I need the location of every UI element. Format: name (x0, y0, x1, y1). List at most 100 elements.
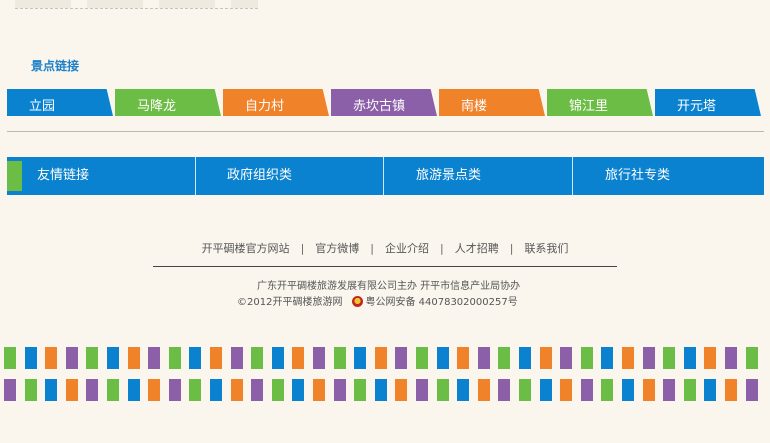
stripe-block (683, 379, 696, 401)
stripe-block (683, 347, 696, 369)
stripe-block (354, 379, 367, 401)
stripe-block (313, 379, 325, 401)
stripe-block (745, 379, 758, 401)
decorative-stripes-top (0, 347, 770, 369)
scenic-tab-zilicun[interactable]: 自力村 (223, 89, 329, 116)
stripe-block (477, 379, 490, 401)
stripe-block (601, 379, 614, 401)
footer-link-weibo[interactable]: 官方微博 (315, 242, 359, 255)
scenic-tab-nanlou[interactable]: 南楼 (439, 89, 545, 116)
stripe-block (601, 347, 614, 369)
stripe-block (436, 379, 449, 401)
scenic-tab-label: 开元塔 (677, 99, 717, 114)
stripe-block (725, 379, 737, 401)
footer-divider (153, 266, 617, 267)
stripe-block (45, 347, 58, 369)
stripe-block (127, 379, 140, 401)
stripe-block (395, 379, 408, 401)
stripe-block (580, 379, 593, 401)
stripe-block (539, 379, 552, 401)
scenic-tab-jinjiangli[interactable]: 锦江里 (547, 89, 653, 116)
stripe-block (457, 347, 470, 369)
stripe-block (4, 379, 16, 401)
stripe-block (148, 379, 161, 401)
stripe-block (292, 379, 305, 401)
scenic-tab-kaiyuanta[interactable]: 开元塔 (655, 89, 761, 116)
stripe-block (519, 379, 531, 401)
footer-link-contact[interactable]: 联系我们 (524, 242, 568, 255)
stripe-block (189, 347, 202, 369)
footer-separator: | (509, 242, 514, 255)
stripe-block (519, 347, 531, 369)
scenic-tab-label: 锦江里 (569, 99, 609, 114)
scenic-tab-ligarden[interactable]: 立园 (7, 89, 113, 116)
police-badge-icon (352, 296, 364, 307)
stripe-block (580, 347, 593, 369)
stripe-block (498, 379, 511, 401)
section-divider (7, 131, 764, 132)
stripe-block (65, 379, 78, 401)
scenic-tab-chikan[interactable]: 赤坎古镇 (331, 89, 437, 116)
friend-links-travel-agency[interactable]: 旅行社专类 (605, 157, 670, 195)
stripe-block (4, 347, 16, 369)
friend-links-scenic[interactable]: 旅游景点类 (416, 157, 481, 195)
stripe-block (704, 379, 717, 401)
stripe-block (663, 347, 676, 369)
stripe-block (210, 347, 222, 369)
footer-link-official-site[interactable]: 开平碉楼官方网站 (202, 242, 290, 255)
scenic-tab-label: 自力村 (245, 99, 285, 114)
stripe-block (374, 347, 387, 369)
stripe-block (457, 379, 470, 401)
footer-copyright: ©2012开平碉楼旅游网 (237, 297, 343, 308)
stripe-block (86, 347, 99, 369)
stripe-block (560, 347, 573, 369)
stripe-block (45, 379, 58, 401)
friend-links-separator (195, 157, 196, 195)
footer-police-record[interactable]: 粤公网安备 44078302000257号 (365, 297, 517, 308)
scenic-tab-majianglong[interactable]: 马降龙 (115, 89, 221, 116)
scenic-tab-label: 南楼 (461, 99, 488, 114)
top-divider (15, 0, 258, 9)
footer-link-careers[interactable]: 人才招聘 (455, 242, 499, 255)
stripe-block (107, 379, 119, 401)
stripe-block (230, 379, 243, 401)
stripe-block (271, 379, 284, 401)
stripe-block (477, 347, 490, 369)
friend-links-government[interactable]: 政府组织类 (227, 157, 292, 195)
scenic-tab-label: 赤坎古镇 (353, 99, 406, 114)
scenic-links-title: 景点链接 (31, 59, 80, 73)
footer-separator: | (440, 242, 444, 255)
stripe-block (127, 347, 140, 369)
stripe-block (292, 347, 305, 369)
stripe-block (313, 347, 325, 369)
stripe-block (704, 347, 717, 369)
stripe-block (251, 347, 264, 369)
stripe-block (663, 379, 676, 401)
friend-links-separator (572, 157, 573, 195)
footer-link-about[interactable]: 企业介绍 (385, 242, 429, 255)
stripe-block (539, 347, 552, 369)
friend-links-accent (7, 161, 22, 191)
stripe-block (189, 379, 202, 401)
footer-separator: | (300, 242, 305, 255)
stripe-block (498, 347, 511, 369)
stripe-block (642, 379, 655, 401)
stripe-block (333, 379, 346, 401)
stripe-block (416, 347, 428, 369)
decorative-stripes-bottom (0, 379, 770, 401)
friend-links-label[interactable]: 友情链接 (37, 157, 89, 195)
footer-nav: 开平碉楼官方网站 | 官方微博 | 企业介绍 | 人才招聘 | 联系我们 (0, 240, 770, 256)
stripe-block (24, 379, 37, 401)
stripe-block (395, 347, 408, 369)
stripe-block (24, 347, 37, 369)
stripe-block (148, 347, 161, 369)
stripe-block (354, 347, 367, 369)
stripe-block (230, 347, 243, 369)
stripe-block (333, 347, 346, 369)
stripe-block (86, 379, 99, 401)
footer-copyright-line: ©2012开平碉楼旅游网 粤公网安备 44078302000257号 (237, 293, 518, 308)
friend-links-separator (383, 157, 384, 195)
stripe-block (251, 379, 264, 401)
stripe-block (622, 379, 634, 401)
stripe-block (642, 347, 655, 369)
